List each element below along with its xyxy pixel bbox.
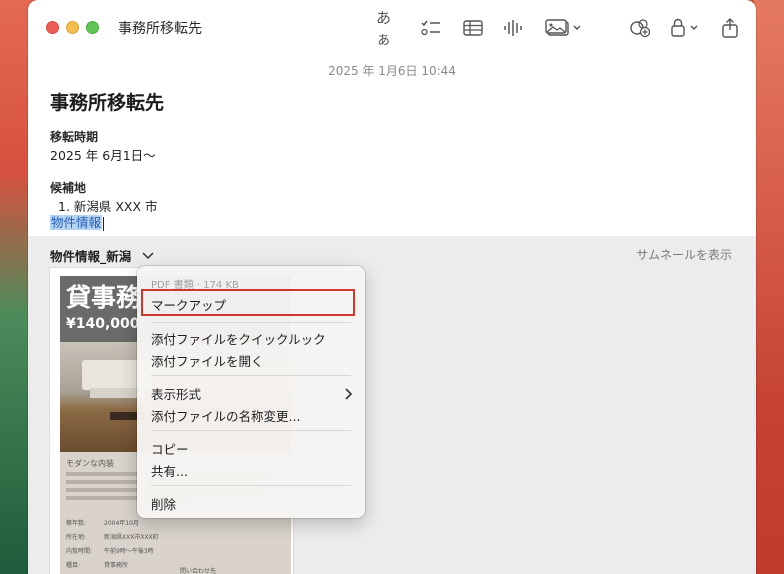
menu-item-open[interactable]: 添付ファイルを開く [151, 351, 264, 370]
menu-item-delete[interactable]: 削除 [151, 494, 176, 513]
chevron-down-icon[interactable] [142, 246, 154, 265]
menu-separator [151, 430, 351, 431]
pdf-contact: 問い合わせ先 [180, 568, 217, 574]
note-title[interactable]: 事務所移転先 [50, 88, 164, 115]
chevron-right-icon [343, 385, 353, 404]
desktop-wallpaper-left [0, 0, 30, 574]
text-cursor [103, 216, 105, 231]
section-label-timing: 移転時期 [50, 130, 99, 144]
menu-separator [151, 375, 351, 376]
pdf-row-label: 築年数: [66, 520, 87, 527]
menu-separator [151, 322, 351, 323]
pdf-row-value: 貸事務所 [104, 562, 129, 569]
context-menu: PDF 書類 · 174 KB マークアップ 添付ファイルをクイックルック 添付… [137, 266, 365, 518]
table-icon[interactable] [462, 14, 484, 42]
pdf-subtitle: モダンな内装 [66, 459, 114, 468]
media-icon[interactable] [544, 14, 584, 42]
pdf-row-value: 新潟県XXX市XXX町 [104, 534, 159, 541]
audio-waveform-icon[interactable] [502, 14, 524, 42]
desktop-wallpaper-right [754, 0, 784, 574]
menu-item-rename[interactable]: 添付ファイルの名称変更... [151, 406, 300, 425]
pdf-price: ¥140,000/ [66, 316, 145, 332]
menu-item-view-as[interactable]: 表示形式 [151, 384, 201, 403]
pdf-title: 貸事務 [66, 283, 142, 312]
pdf-row-value: 午前9時〜午後3時 [104, 548, 154, 555]
section-value-timing: 2025 年 6月1日〜 [50, 148, 156, 163]
attachment-name[interactable]: 物件情報_新潟 [50, 246, 131, 265]
show-thumbnail-button[interactable]: サムネールを表示 [636, 246, 732, 263]
menu-item-quicklook[interactable]: 添付ファイルをクイックルック [151, 329, 326, 348]
section-label-candidate: 候補地 [50, 181, 87, 195]
close-window-button[interactable] [46, 21, 59, 34]
pdf-row-label: 所在地: [66, 534, 87, 541]
minimize-window-button[interactable] [66, 21, 79, 34]
pdf-row-value: 2004年10月 [104, 520, 139, 527]
note-date: 2025 年 1月6日 10:44 [328, 64, 456, 78]
selected-text-line[interactable]: 物件情報 [50, 212, 105, 231]
share-icon[interactable] [720, 14, 740, 42]
menu-item-copy[interactable]: コピー [151, 439, 189, 458]
format-button[interactable]: あぁ [376, 9, 404, 48]
collaborate-icon[interactable] [628, 14, 652, 42]
selected-text: 物件情報 [50, 215, 103, 230]
lock-icon[interactable] [668, 14, 704, 42]
sofa-base-image [90, 388, 144, 398]
menu-item-share[interactable]: 共有... [151, 461, 188, 480]
pdf-row-label: 種目: [66, 562, 81, 569]
window-title: 事務所移転先 [118, 21, 202, 37]
title-bar: 事務所移転先 あぁ [28, 0, 756, 56]
zoom-window-button[interactable] [86, 21, 99, 34]
checklist-icon[interactable] [420, 14, 442, 42]
menu-separator [151, 485, 351, 486]
menu-item-markup[interactable]: マークアップ [151, 295, 226, 314]
pdf-row-label: 内覧時間: [66, 548, 93, 555]
